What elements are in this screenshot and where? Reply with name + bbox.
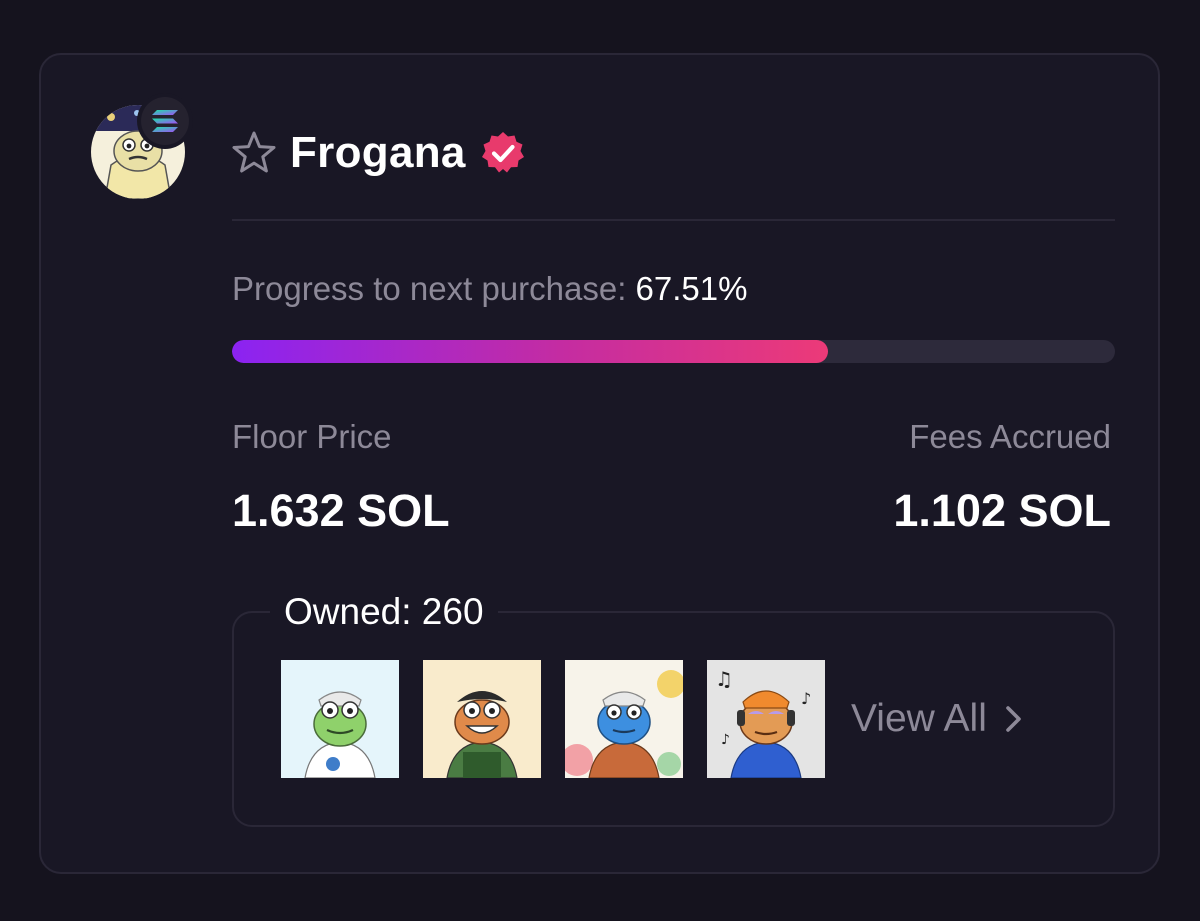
solana-logo-icon [152, 110, 178, 132]
view-all-label: View All [851, 697, 987, 740]
collection-card: Frogana Progress to next purchase: 67.51… [39, 53, 1160, 874]
progress-value: 67.51% [635, 270, 748, 307]
fees-accrued-value: 1.102 SOL [893, 485, 1111, 536]
owned-count: Owned: 260 [270, 587, 498, 637]
nft-thumbnail-3[interactable] [565, 660, 683, 778]
svg-text:♫: ♫ [715, 667, 733, 691]
progress-label-text: Progress to next purchase: [232, 270, 627, 307]
star-icon[interactable] [230, 129, 278, 177]
progress-bar-fill [232, 340, 829, 363]
view-all-link[interactable]: View All [851, 697, 1025, 741]
chain-badge [137, 93, 193, 149]
progress-bar [232, 340, 1115, 363]
nft-thumbnail-1[interactable] [281, 660, 399, 778]
nft-thumbnail-4[interactable]: ♫ ♪ ♪ [707, 660, 825, 778]
owned-section: Owned: 260 ♫ ♪ ♪ View All [232, 587, 1115, 827]
floor-price-label: Floor Price [232, 418, 392, 455]
floor-price-value: 1.632 SOL [232, 485, 450, 536]
svg-text:♪: ♪ [801, 689, 811, 708]
collection-name: Frogana [290, 128, 466, 177]
chevron-right-icon [1006, 706, 1021, 732]
progress-label: Progress to next purchase: 67.51% [232, 270, 747, 308]
owned-thumbnails: ♫ ♪ ♪ View All [281, 660, 1025, 778]
fees-accrued-label: Fees Accrued [909, 418, 1111, 455]
title-row: Frogana [230, 125, 526, 181]
header-divider [232, 219, 1115, 221]
svg-text:♪: ♪ [721, 732, 730, 748]
nft-thumbnail-2[interactable] [423, 660, 541, 778]
verified-badge-icon [481, 132, 524, 173]
